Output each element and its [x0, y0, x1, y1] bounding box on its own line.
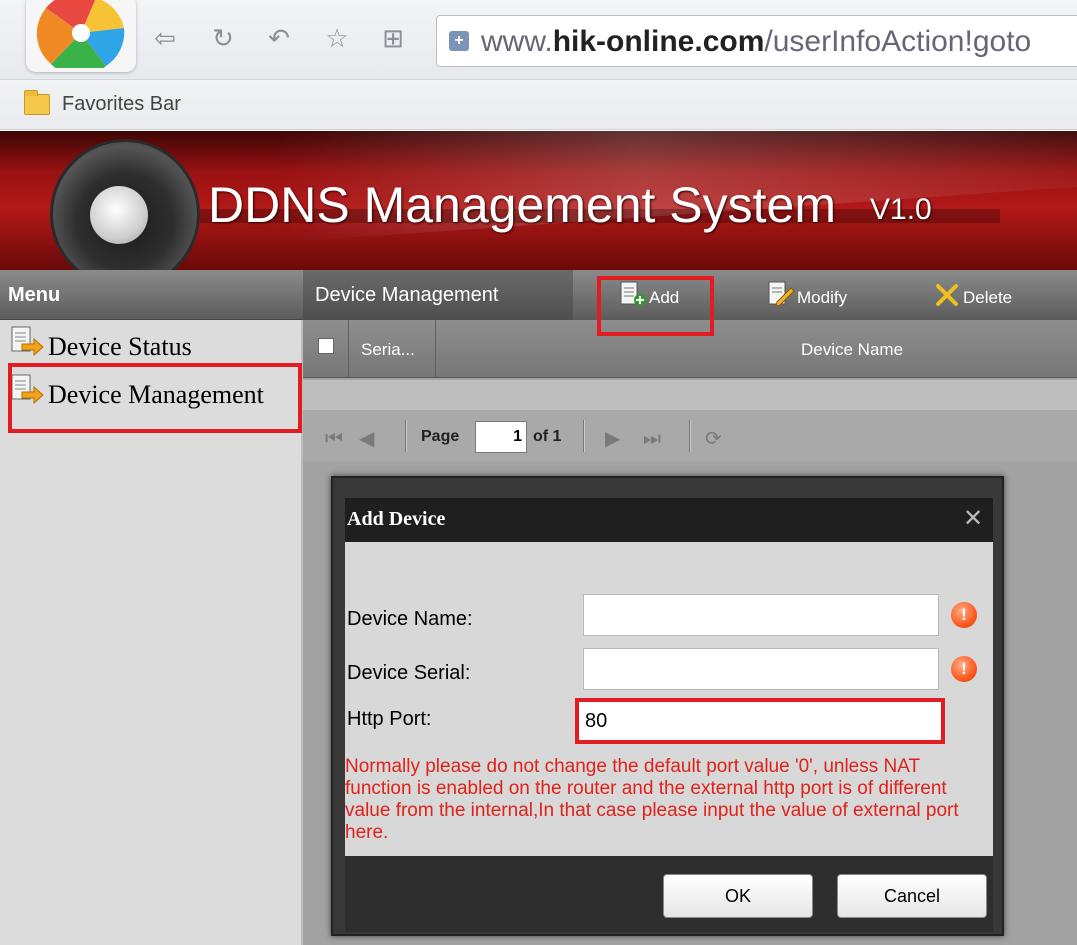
menu-title: Menu: [8, 284, 61, 306]
modify-button[interactable]: Modify: [767, 278, 877, 312]
menu-item-device-status[interactable]: Device Status: [10, 326, 300, 366]
pagination-bar: ⏮ ◀ Page 1 of 1 ▶ ⏭ ⟳: [303, 410, 1077, 462]
pager-separator: [583, 420, 585, 452]
required-warning-icon: !: [951, 602, 977, 628]
delete-button[interactable]: Delete: [933, 278, 1033, 312]
http-port-input[interactable]: 80: [575, 698, 945, 744]
refresh-icon[interactable]: ⟳: [705, 426, 722, 450]
pager-separator: [689, 420, 691, 452]
device-serial-label: Device Serial:: [347, 662, 471, 684]
site-shield-icon: +: [449, 31, 469, 51]
grid-empty-row: [303, 380, 1077, 410]
dialog-footer: OK Cancel: [345, 856, 993, 932]
prev-page-icon[interactable]: ◀: [359, 426, 374, 450]
delete-button-label: Delete: [963, 288, 1013, 307]
last-page-icon[interactable]: ⏭: [643, 426, 661, 450]
device-serial-input[interactable]: [583, 648, 939, 690]
port-note: Normally please do not change the defaul…: [345, 756, 959, 843]
device-management-highlight: [8, 363, 302, 433]
select-all-checkbox[interactable]: [318, 338, 334, 354]
banner-version: V1.0: [870, 193, 932, 226]
dialog-title: Add Device: [347, 508, 446, 530]
grid-column-divider: [435, 320, 436, 378]
page-number-input[interactable]: 1: [475, 421, 527, 453]
edit-document-icon: [768, 281, 795, 307]
camera-lens-dot: [90, 186, 148, 244]
browser-toolbar: ⇦ ↻ ↶ ☆ ⊞ + www.hik-online.com/userInfoA…: [0, 0, 1077, 80]
device-name-label: Device Name:: [347, 608, 473, 630]
close-icon[interactable]: ✕: [959, 504, 987, 532]
address-bar[interactable]: + www.hik-online.com/userInfoAction!goto: [436, 15, 1077, 67]
document-arrow-icon: [11, 326, 44, 357]
next-page-icon[interactable]: ▶: [605, 426, 620, 450]
http-port-label: Http Port:: [347, 708, 432, 730]
cancel-button[interactable]: Cancel: [837, 874, 987, 918]
required-warning-icon: !: [951, 656, 977, 682]
tab-device-management[interactable]: Device Management: [303, 270, 573, 320]
refresh-icon[interactable]: ↻: [208, 24, 238, 54]
page-label: Page: [421, 428, 460, 445]
favorites-bar-label[interactable]: Favorites Bar: [62, 93, 181, 116]
undo-icon[interactable]: ↶: [264, 24, 294, 54]
dialog-body: Device Name: ! Device Serial: ! Http Por…: [345, 542, 993, 856]
folder-icon: [24, 90, 50, 115]
browser-logo: [26, 0, 136, 72]
browser-logo-icon: [36, 0, 125, 68]
favorites-bar: Favorites Bar: [0, 80, 1077, 130]
modify-button-label: Modify: [797, 288, 848, 307]
first-page-icon[interactable]: ⏮: [325, 426, 343, 450]
banner-title: DDNS Management System: [208, 177, 837, 233]
ok-button[interactable]: OK: [663, 874, 813, 918]
grid-column-divider: [348, 320, 349, 378]
url-domain: hik-online.com: [552, 25, 765, 58]
app-banner: DDNS Management System V1.0: [0, 131, 1077, 270]
pager-separator: [405, 420, 407, 452]
column-header-device-name[interactable]: Device Name: [801, 340, 903, 360]
page-of-label: of 1: [533, 428, 562, 445]
add-device-dialog: Add Device ✕ Device Name: ! Device Seria…: [331, 476, 1004, 936]
add-button-highlight: [597, 276, 714, 336]
star-icon[interactable]: ☆: [322, 24, 352, 54]
back-icon[interactable]: ⇦: [150, 24, 180, 54]
column-header-serial[interactable]: Seria...: [361, 340, 415, 360]
dialog-title-bar: Add Device ✕: [345, 498, 993, 542]
menu-item-label: Device Status: [48, 332, 192, 361]
url-text: www.hik-online.com/userInfoAction!goto: [481, 25, 1031, 59]
device-name-input[interactable]: [583, 594, 939, 636]
url-prefix: www.: [481, 25, 553, 58]
delete-x-icon: [936, 284, 958, 306]
menu-header: Menu: [0, 270, 303, 320]
url-path: /userInfoAction!goto: [764, 25, 1032, 58]
screen: ⇦ ↻ ↶ ☆ ⊞ + www.hik-online.com/userInfoA…: [0, 0, 1077, 945]
tab-label: Device Management: [315, 284, 499, 306]
grid-icon[interactable]: ⊞: [378, 24, 408, 54]
